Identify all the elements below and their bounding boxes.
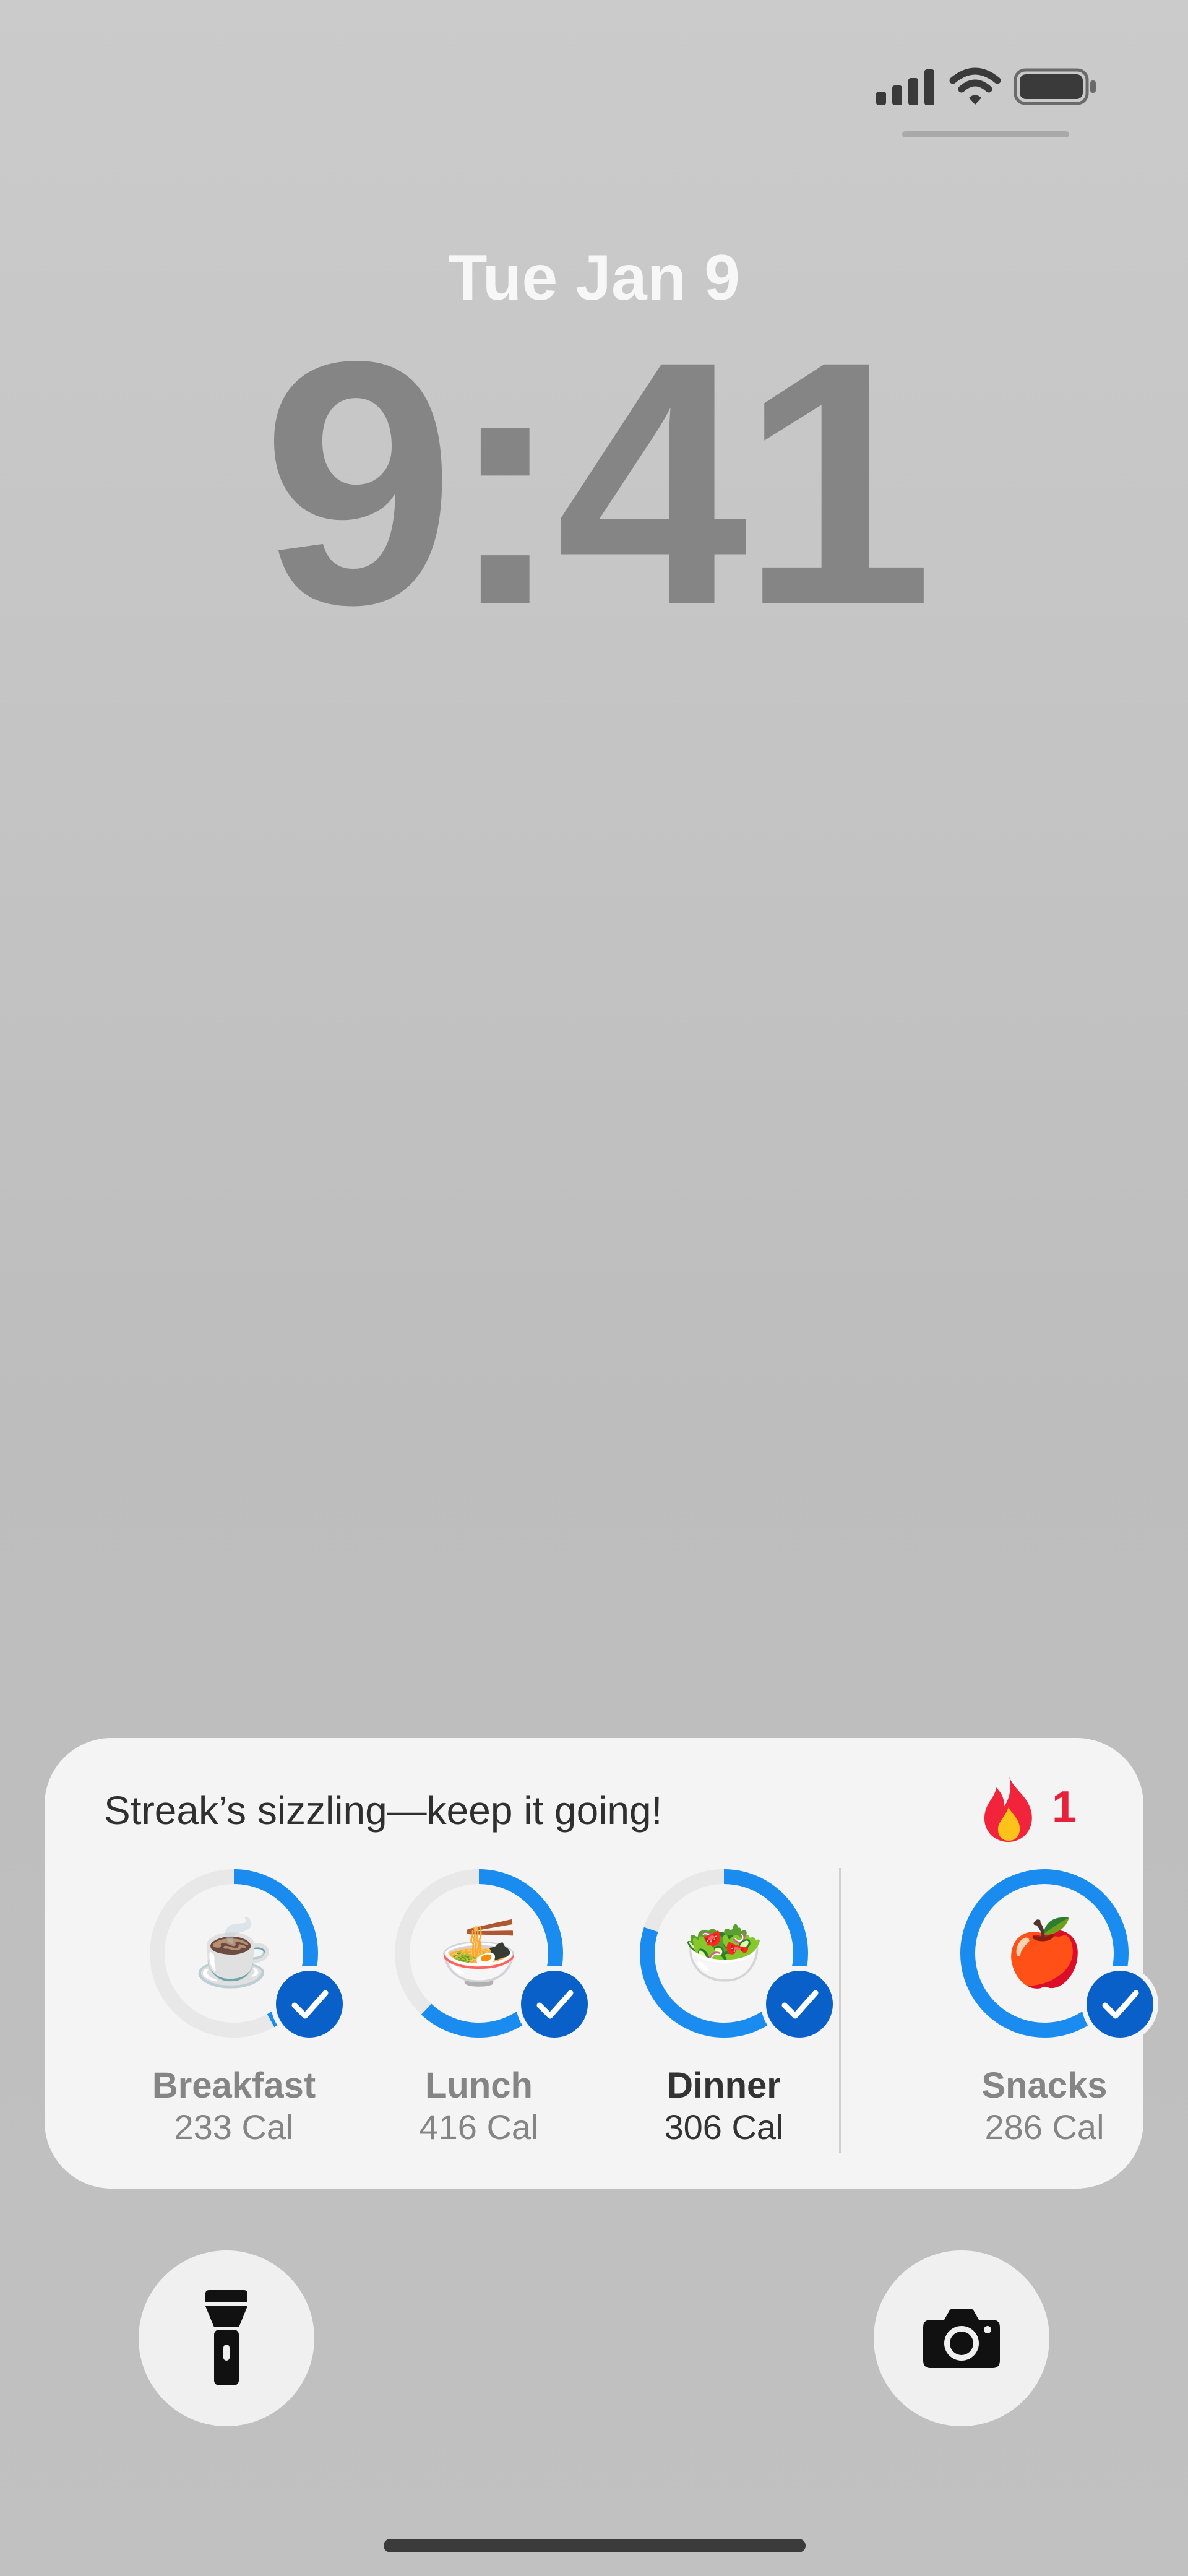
meal-label: Lunch [425, 2065, 533, 2106]
meal-breakfast[interactable]: ☕ Breakfast 233 Cal [116, 1867, 351, 2158]
cellular-signal-icon [876, 69, 934, 105]
battery-icon [1014, 68, 1096, 105]
flame-icon [984, 1774, 1032, 1842]
meal-calories: 286 Cal [984, 2107, 1104, 2146]
widget-headline: Streak’s sizzling—keep it going! [104, 1788, 663, 1833]
meal-lunch[interactable]: 🍜 Lunch 416 Cal [361, 1867, 596, 2158]
meal-label: Breakfast [152, 2065, 316, 2106]
checkmark-icon [761, 1966, 838, 2042]
streak-badge: 1 [978, 1770, 1077, 1844]
meal-snacks[interactable]: 🍎 Snacks 286 Cal [927, 1867, 1162, 2158]
checkmark-icon [516, 1966, 593, 2042]
home-indicator[interactable] [384, 2539, 806, 2552]
meal-calories: 416 Cal [419, 2107, 539, 2146]
flashlight-icon [205, 2290, 248, 2385]
camera-icon [923, 2309, 1000, 2368]
meal-dinner[interactable]: 🥗 Dinner 306 Cal [606, 1867, 842, 2158]
flashlight-button[interactable] [139, 2250, 314, 2426]
wifi-icon [949, 67, 1001, 105]
meal-label: Dinner [667, 2065, 781, 2106]
meal-tracker-widget[interactable]: Streak’s sizzling—keep it going! 1 ☕ Bre… [45, 1738, 1158, 2189]
lockscreen-time: 9:41 [262, 289, 934, 676]
camera-button[interactable] [874, 2250, 1049, 2426]
meal-calories: 306 Cal [664, 2107, 784, 2146]
meal-label: Snacks [981, 2065, 1108, 2106]
meal-calories: 233 Cal [174, 2107, 294, 2146]
streak-count: 1 [1051, 1783, 1077, 1832]
widget-divider [839, 1868, 842, 2153]
status-bar-indicator [902, 131, 1069, 137]
checkmark-icon [271, 1966, 348, 2042]
status-bar [876, 62, 1099, 111]
checkmark-icon [1082, 1966, 1158, 2042]
